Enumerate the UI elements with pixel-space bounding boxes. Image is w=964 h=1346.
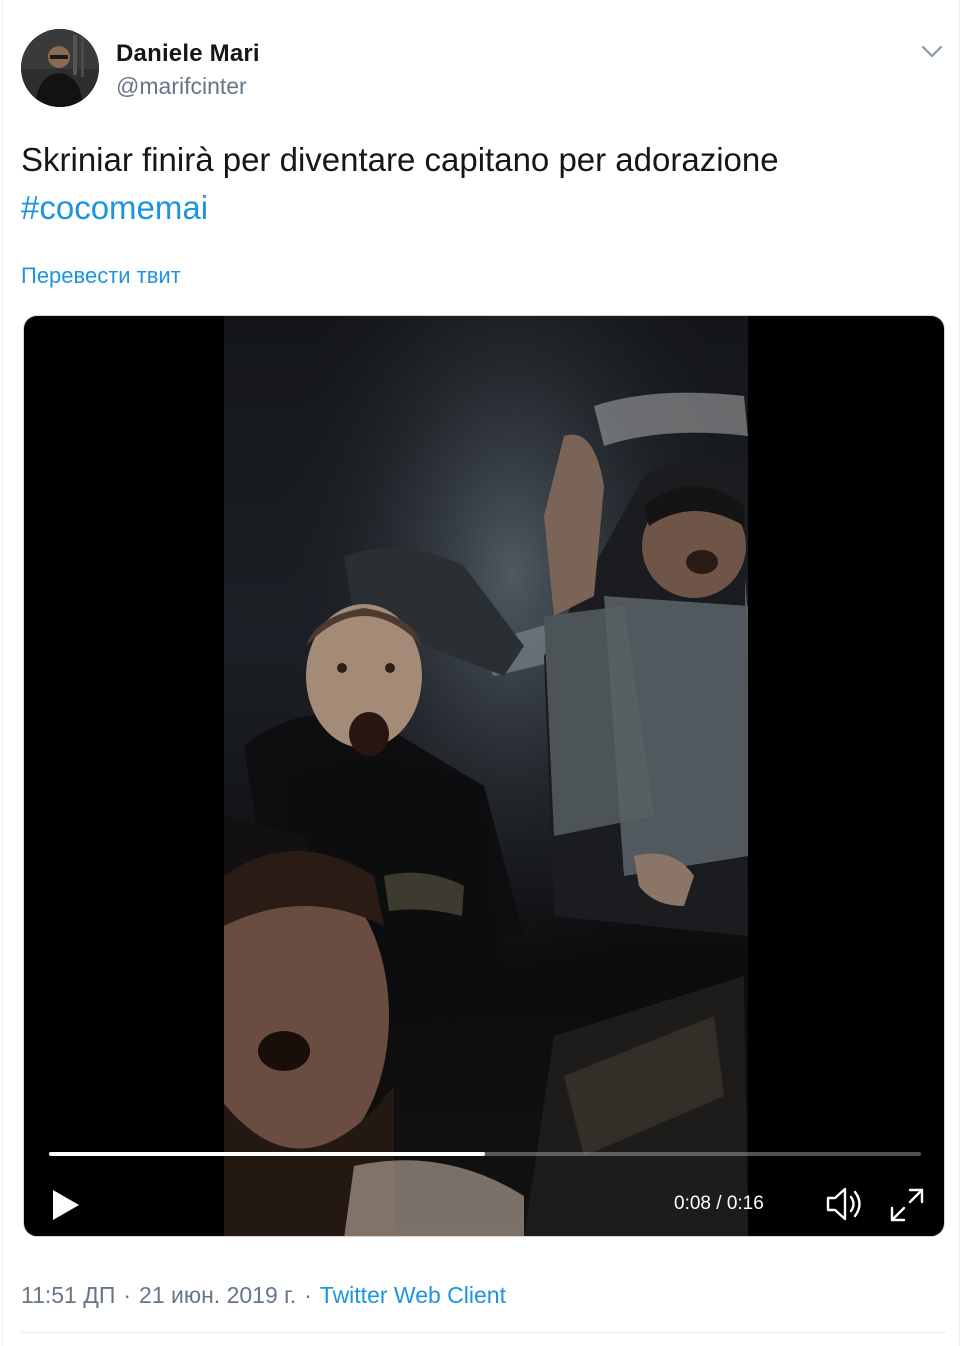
video-duration: 0:16 — [726, 1193, 764, 1214]
tweet-options-button[interactable] — [918, 38, 946, 66]
video-time-display: 0:08 / 0:16 — [674, 1193, 764, 1215]
tweet-body: Skriniar finirà per diventare capitano p… — [21, 141, 779, 178]
time-separator: / — [716, 1193, 727, 1214]
fullscreen-icon — [890, 1188, 924, 1222]
video-progress-fill — [49, 1152, 485, 1156]
hashtag-link[interactable]: #cocomemai — [21, 184, 941, 232]
tweet-date[interactable]: 21 июн. 2019 г. — [139, 1282, 296, 1308]
author-display-name[interactable]: Daniele Mari — [116, 40, 260, 68]
tweet-card: Daniele Mari @marifcinter Skriniar finir… — [2, 0, 960, 1346]
fullscreen-button[interactable] — [888, 1186, 926, 1224]
meta-separator: · — [304, 1282, 312, 1308]
avatar[interactable] — [21, 29, 99, 107]
video-frame — [224, 316, 748, 1236]
source-client-link[interactable]: Twitter Web Client — [320, 1282, 506, 1308]
volume-icon — [826, 1187, 861, 1221]
volume-button[interactable] — [824, 1184, 868, 1224]
divider — [21, 1332, 946, 1333]
play-icon — [53, 1190, 79, 1220]
chevron-down-icon — [921, 45, 943, 58]
video-current-time: 0:08 — [674, 1193, 711, 1214]
meta-separator: · — [123, 1282, 132, 1308]
video-progress-bar[interactable] — [49, 1152, 921, 1156]
translate-tweet-link[interactable]: Перевести твит — [21, 263, 181, 289]
tweet-text: Skriniar finirà per diventare capitano p… — [21, 136, 941, 232]
video-player[interactable]: 0:08 / 0:16 — [23, 315, 945, 1237]
author-handle[interactable]: @marifcinter — [116, 73, 247, 100]
tweet-metadata: 11:51 ДП · 21 июн. 2019 г. · Twitter Web Cli… — [21, 1282, 506, 1309]
play-button[interactable] — [48, 1186, 82, 1224]
avatar-image — [21, 29, 99, 107]
tweet-time[interactable]: 11:51 ДП — [21, 1282, 115, 1308]
